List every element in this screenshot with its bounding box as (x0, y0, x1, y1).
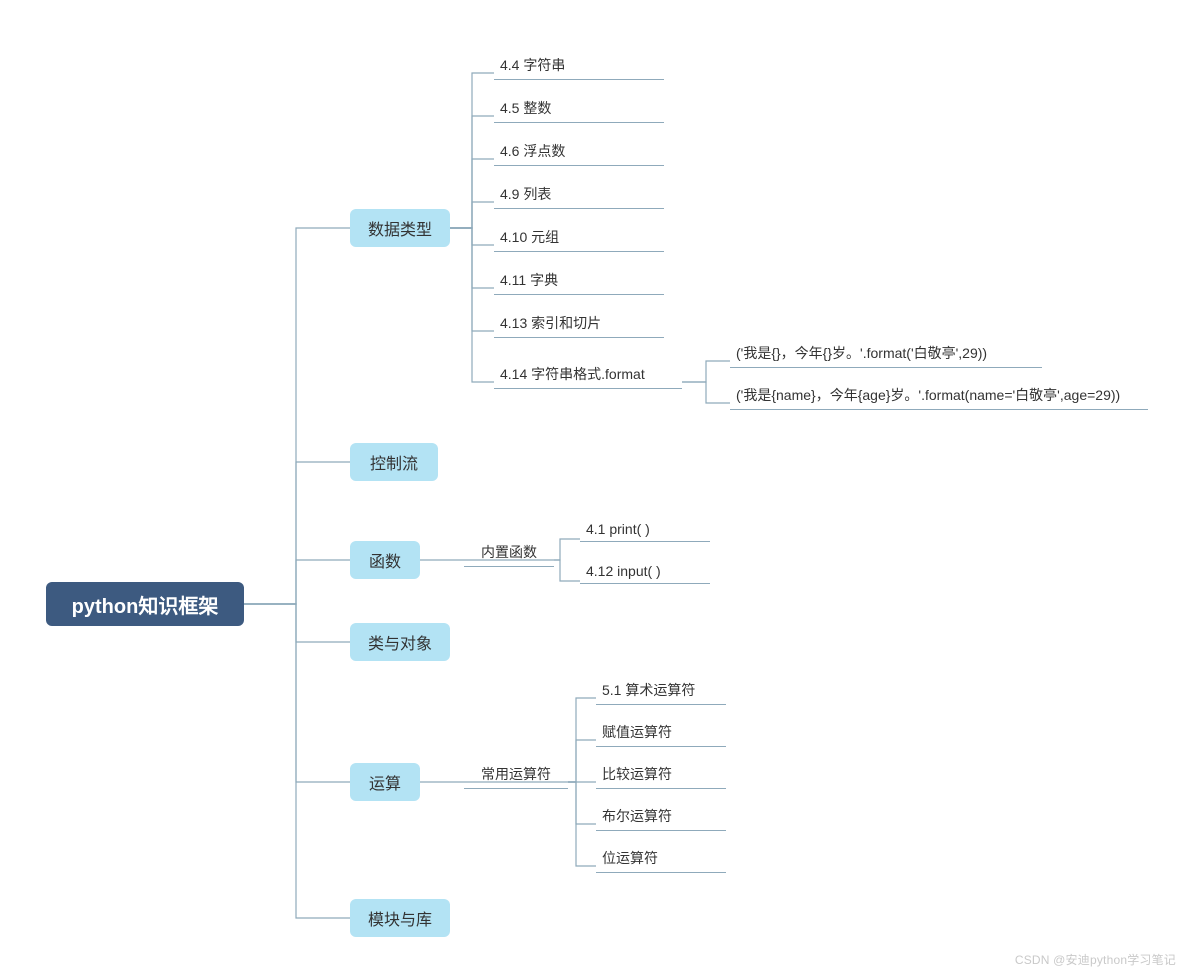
branch-classes[interactable]: 类与对象 (350, 623, 450, 661)
branch-label: 函数 (369, 548, 401, 572)
leaf-node[interactable]: 赋值运算符 (596, 718, 726, 747)
branch-data-types[interactable]: 数据类型 (350, 209, 450, 247)
leaf-node[interactable]: 4.10 元组 (494, 223, 664, 252)
branch-label: 模块与库 (368, 906, 432, 930)
branch-modules[interactable]: 模块与库 (350, 899, 450, 937)
branch-label: 控制流 (370, 450, 418, 474)
leaf-label: 4.1 print( ) (586, 521, 650, 537)
mid-node-common-operators[interactable]: 常用运算符 (464, 760, 568, 789)
leaf-label: 4.6 浮点数 (500, 143, 565, 159)
leaf-label: 4.5 整数 (500, 100, 551, 116)
branch-label: 数据类型 (368, 216, 432, 240)
leaf-label: 5.1 算术运算符 (602, 682, 695, 698)
root-node[interactable]: python知识框架 (46, 582, 244, 626)
leaf-label: 赋值运算符 (602, 724, 672, 740)
branch-control-flow[interactable]: 控制流 (350, 443, 438, 481)
leaf-label: 4.11 字典 (500, 272, 558, 288)
leaf-node[interactable]: 4.11 字典 (494, 266, 664, 295)
leaf-label: 4.4 字符串 (500, 57, 565, 73)
leaf-format-example[interactable]: ('我是{name}，今年{age}岁。'.format(name='白敬亭',… (730, 381, 1148, 410)
mid-label: 常用运算符 (481, 766, 551, 782)
mid-node-builtin-functions[interactable]: 内置函数 (464, 538, 554, 567)
branch-label: 类与对象 (368, 630, 432, 654)
leaf-label: 4.12 input( ) (586, 563, 661, 579)
leaf-label: 4.14 字符串格式.format (500, 366, 645, 382)
leaf-label: 4.13 索引和切片 (500, 315, 601, 331)
leaf-node[interactable]: 布尔运算符 (596, 802, 726, 831)
leaf-node[interactable]: 4.9 列表 (494, 180, 664, 209)
branch-operations[interactable]: 运算 (350, 763, 420, 801)
leaf-label: ('我是{}，今年{}岁。'.format('白敬亭',29)) (736, 345, 987, 361)
leaf-label: 布尔运算符 (602, 808, 672, 824)
leaf-node-format[interactable]: 4.14 字符串格式.format (494, 360, 682, 389)
leaf-node[interactable]: 比较运算符 (596, 760, 726, 789)
root-label: python知识框架 (72, 590, 219, 619)
leaf-node[interactable]: 4.5 整数 (494, 94, 664, 123)
leaf-label: 比较运算符 (602, 766, 672, 782)
leaf-label: 4.9 列表 (500, 186, 551, 202)
leaf-label: 4.10 元组 (500, 229, 559, 245)
leaf-node[interactable]: 4.12 input( ) (580, 559, 710, 584)
leaf-node[interactable]: 4.1 print( ) (580, 517, 710, 542)
mid-label: 内置函数 (481, 544, 537, 560)
leaf-label: 位运算符 (602, 850, 658, 866)
leaf-node[interactable]: 位运算符 (596, 844, 726, 873)
leaf-node[interactable]: 4.6 浮点数 (494, 137, 664, 166)
leaf-node[interactable]: 5.1 算术运算符 (596, 676, 726, 705)
branch-functions[interactable]: 函数 (350, 541, 420, 579)
watermark-text: CSDN @安迪python学习笔记 (1015, 951, 1176, 968)
leaf-format-example[interactable]: ('我是{}，今年{}岁。'.format('白敬亭',29)) (730, 339, 1042, 368)
leaf-node[interactable]: 4.13 索引和切片 (494, 309, 664, 338)
branch-label: 运算 (369, 770, 401, 794)
leaf-node[interactable]: 4.4 字符串 (494, 51, 664, 80)
leaf-label: ('我是{name}，今年{age}岁。'.format(name='白敬亭',… (736, 387, 1120, 403)
